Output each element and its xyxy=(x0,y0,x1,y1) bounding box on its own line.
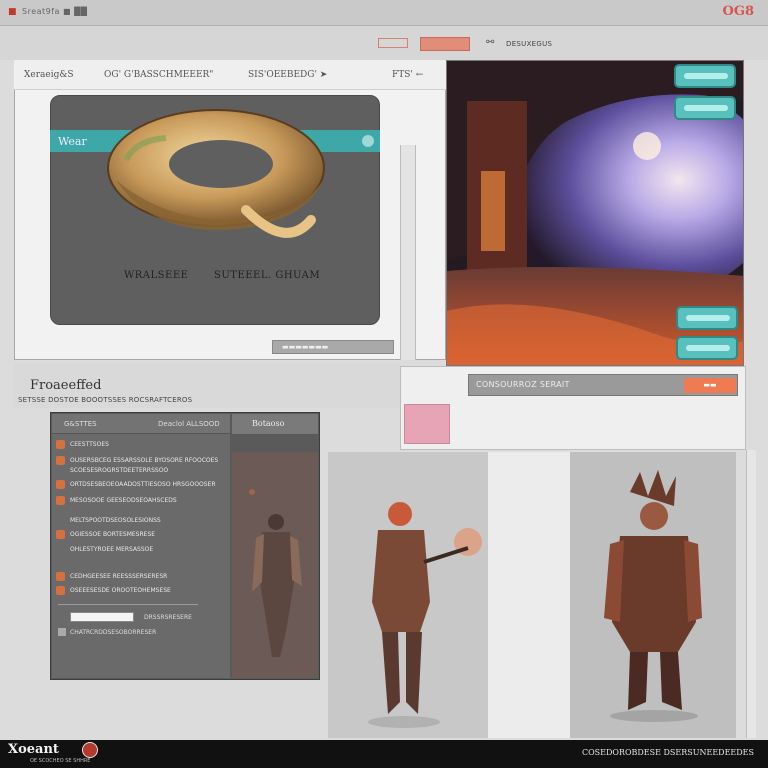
header-label-left: Xeraeig&S xyxy=(24,70,74,80)
preview-title: Wear xyxy=(58,135,87,148)
scene-action-button-1[interactable] xyxy=(674,64,736,88)
settings-value-label: DRSSRSRESERE xyxy=(144,614,192,621)
properties-apply-button[interactable]: ▬▬ xyxy=(684,378,736,393)
toolbar-outline-button[interactable] xyxy=(378,38,408,48)
list-item[interactable]: MELTSPOOTDSEOSOLESIONSS xyxy=(70,517,161,524)
list-bullet-icon xyxy=(56,456,65,465)
gallery-item-warrior[interactable] xyxy=(328,452,488,738)
footer-badge-icon xyxy=(82,742,98,758)
header-label-mid: OG' G'BASSCHMEEER" xyxy=(104,70,214,80)
list-item[interactable]: MESOSOOE GEESEODSEOAHSCEDS xyxy=(70,497,177,504)
preview-status-dot[interactable] xyxy=(362,135,374,147)
link-icon[interactable]: ⚯ xyxy=(486,37,494,48)
list-bullet-icon xyxy=(56,572,65,581)
list-item[interactable]: OHLESTYROEE MERSASSOE xyxy=(70,546,153,553)
toolbar-accent-button[interactable] xyxy=(420,37,470,51)
scene-action-button-3[interactable] xyxy=(676,306,738,330)
toolbar-label: DESUXEGUS xyxy=(506,40,553,48)
list-bullet-icon xyxy=(56,440,65,449)
preview-caption-left: WRALSEEE xyxy=(124,270,189,281)
window-title: Sreat9fa ■ ██ xyxy=(22,7,88,16)
list-item[interactable]: SCOESESROGRSTDEETERRSSOO xyxy=(70,467,168,474)
list-divider xyxy=(58,604,198,605)
list-item[interactable]: OSEEESESDE OROOTEOHEMSESE xyxy=(70,587,171,594)
characters-heading: Froaeeffed xyxy=(30,378,102,393)
preview-caption-right: SUTEEEL. GHUAM xyxy=(214,270,321,281)
gallery-spacer xyxy=(488,452,570,738)
footer-credits: COSEDOROBDESE DSERSUNEEDEEDES xyxy=(581,748,754,757)
footer-logo-subtitle: OE SCOCHEO SE SHHRE xyxy=(30,758,91,764)
character-thumbnail[interactable] xyxy=(232,452,318,678)
window-badge[interactable]: OG8 xyxy=(723,4,754,19)
list-item[interactable]: ORTDSESBEOEOAADOSTTIESOSO HRSGOOOSER xyxy=(70,481,216,488)
settings-header-left: G&STTES xyxy=(64,420,97,428)
list-bullet-icon xyxy=(56,586,65,595)
header-label-extra: FTS' ← xyxy=(392,70,424,80)
settings-file-label[interactable]: CHATRCRDDSESOBORRESER xyxy=(70,629,156,636)
file-icon xyxy=(58,628,66,636)
list-item[interactable]: CEESTTSOES xyxy=(70,441,109,448)
list-bullet-icon xyxy=(56,496,65,505)
preview-name-input-text: ▬▬▬▬▬▬▬ xyxy=(282,343,329,351)
settings-tab-label: Botaoso xyxy=(252,419,285,428)
footer-logo: Xoeant xyxy=(8,742,59,757)
list-item[interactable]: OGIESSOE BORTESMESRESE xyxy=(70,531,155,538)
asset-editor-header xyxy=(14,60,446,90)
list-item[interactable]: CEDHGEESEE REESSSERSERESR xyxy=(70,573,167,580)
gallery-item-beast[interactable] xyxy=(570,452,736,738)
scene-action-button-2[interactable] xyxy=(674,96,736,120)
characters-subheading: SETSSE DOSTOE BOOOTSSES ROCSRAFTCEROS xyxy=(18,396,193,404)
header-label-right: SIS'OEEBEDG' ➤ xyxy=(248,70,328,80)
scene-action-button-4[interactable] xyxy=(676,336,738,360)
title-bar xyxy=(0,0,768,26)
settings-value-input[interactable] xyxy=(70,612,134,622)
vertical-scroll-strip[interactable] xyxy=(400,145,416,360)
armored-figure-thumbnail xyxy=(232,452,318,678)
beast-figure-image xyxy=(570,452,736,738)
list-item[interactable]: OUSERSBCEG ESSARSSOLE BYOSORE RFOOCOES xyxy=(70,457,218,464)
gallery-scrollbar[interactable] xyxy=(746,450,756,738)
ring-model-image xyxy=(107,109,325,238)
color-swatch[interactable] xyxy=(404,404,450,444)
settings-header-right: Deaclol ALLSOOD xyxy=(158,420,220,428)
list-bullet-icon xyxy=(56,480,65,489)
app-icon: ■ xyxy=(8,7,17,17)
warrior-figure-image xyxy=(328,452,488,738)
list-bullet-icon xyxy=(56,530,65,539)
properties-input-text: CONSOURROZ SERAIT xyxy=(476,380,570,389)
